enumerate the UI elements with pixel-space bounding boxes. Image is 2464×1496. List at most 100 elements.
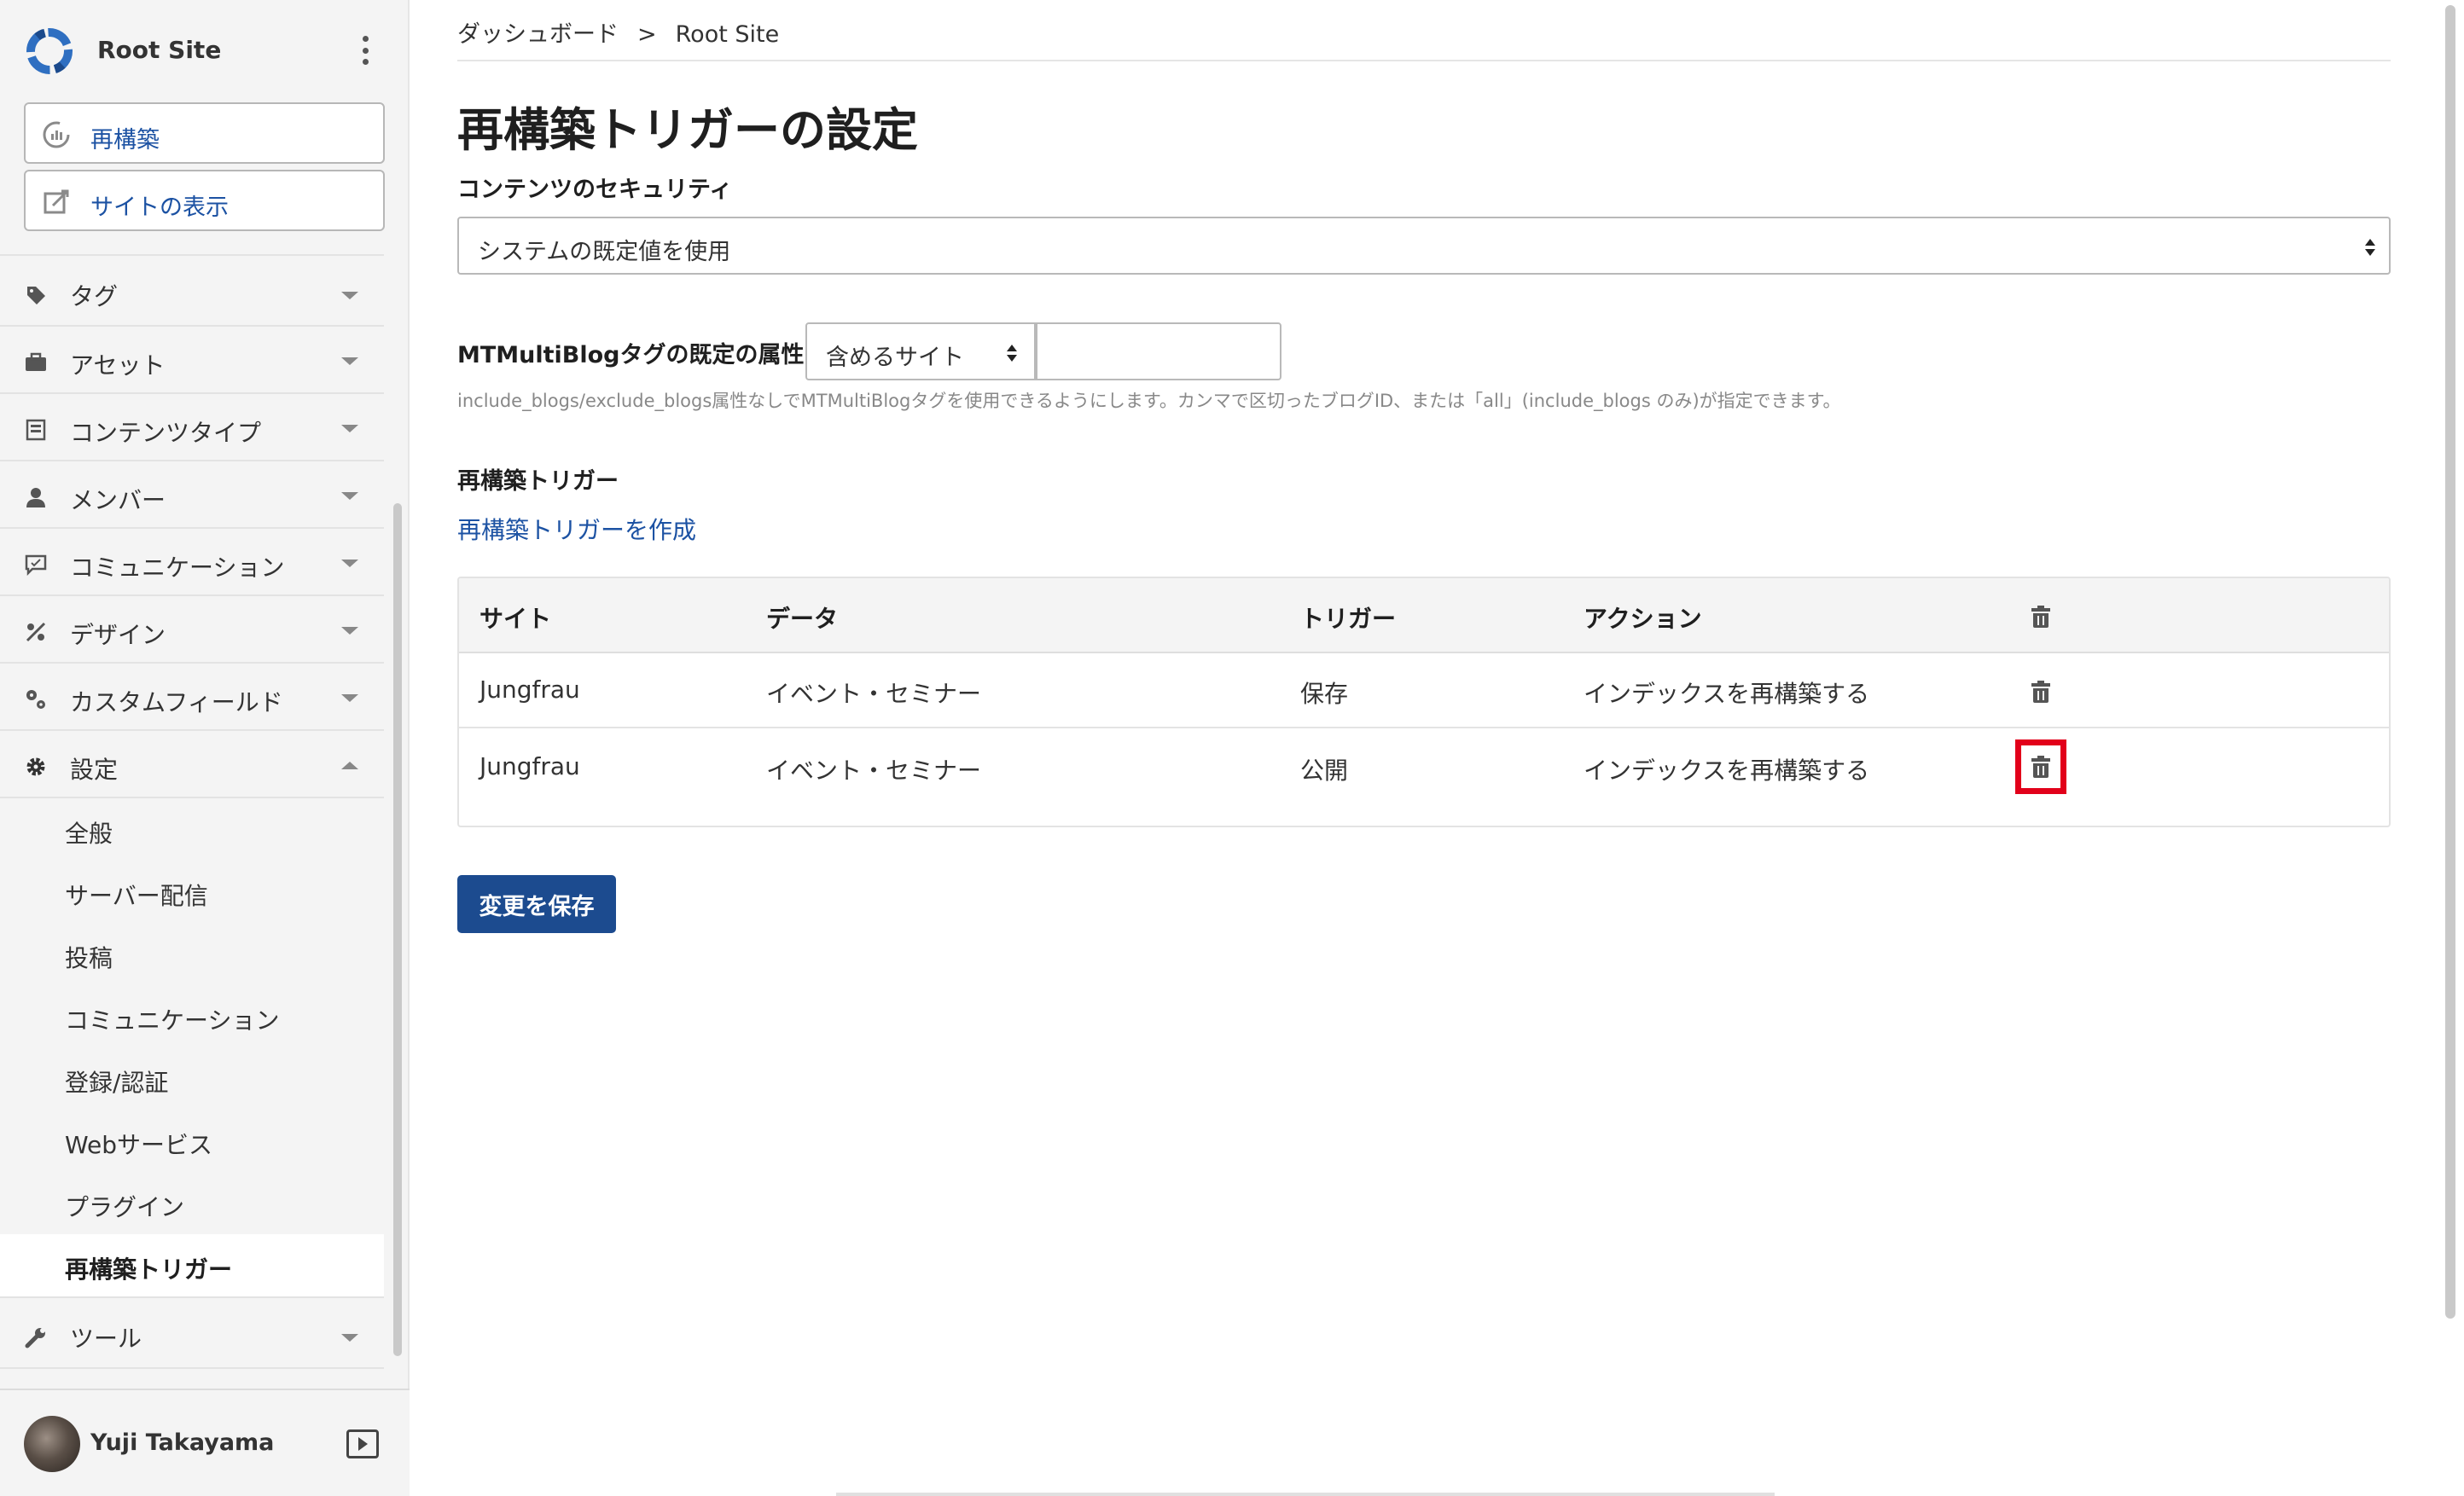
comment-icon xyxy=(25,554,47,577)
breadcrumb-site[interactable]: Root Site xyxy=(676,21,780,48)
site-name[interactable]: Root Site xyxy=(97,36,221,64)
chevron-down-icon xyxy=(341,694,358,702)
sidebar-item-settings[interactable]: 設定 xyxy=(0,731,384,798)
sidebar-item-members[interactable]: メンバー xyxy=(0,461,384,529)
content-type-icon xyxy=(26,419,46,441)
chevron-down-icon xyxy=(341,292,358,299)
sidebar-item-label: デザイン xyxy=(70,621,166,649)
rebuild-label: 再構築 xyxy=(90,127,160,154)
subnav-label: コミュニケーション xyxy=(65,1006,280,1035)
multiblog-label: MTMultiBlogタグの既定の属性: xyxy=(457,342,814,368)
delete-row-trash-icon[interactable] xyxy=(2015,739,2066,794)
rebuild-icon xyxy=(43,121,70,148)
chevron-down-icon xyxy=(341,560,358,567)
wrench-icon xyxy=(25,1328,45,1348)
site-logo-icon[interactable] xyxy=(24,26,75,77)
table-row: Jungfrau イベント・セミナー 公開 インデックスを再構築する xyxy=(459,730,2389,805)
delete-row-trash-icon[interactable] xyxy=(2031,681,2050,703)
chevron-down-icon xyxy=(341,1334,358,1342)
chevron-up-icon xyxy=(341,762,358,769)
sidebar-item-content-types[interactable]: コンテンツタイプ xyxy=(0,394,384,461)
column-header-data: データ xyxy=(766,605,839,633)
sidebar-item-label: カスタムフィールド xyxy=(70,688,283,716)
divider xyxy=(457,60,2391,61)
sidebar-item-communication[interactable]: コミュニケーション xyxy=(0,529,384,596)
multiblog-attribute-select[interactable]: 含めるサイト xyxy=(805,322,1036,380)
select-arrows-icon xyxy=(1007,345,1017,363)
gear-icon xyxy=(26,757,45,776)
view-site-label: サイトの表示 xyxy=(90,194,229,221)
cell-site: Jungfrau xyxy=(479,676,580,704)
subnav-item-communication[interactable]: コミュニケーション xyxy=(0,985,384,1047)
multiblog-attribute-value: 含めるサイト xyxy=(826,345,964,371)
custom-field-icon xyxy=(26,690,45,709)
subnav-label: Webサービス xyxy=(65,1131,213,1159)
cell-site: Jungfrau xyxy=(479,752,580,780)
user-name[interactable]: Yuji Takayama xyxy=(90,1429,274,1456)
sidebar-item-tools[interactable]: ツール xyxy=(0,1296,384,1369)
briefcase-icon xyxy=(26,352,46,371)
sidebar-item-label: コミュニケーション xyxy=(70,554,285,582)
sidebar: Root Site 再構築 サイトの表示 タグ アセット コンテンツタイプ メン… xyxy=(0,0,410,1496)
breadcrumb-separator: > xyxy=(637,21,657,48)
content-security-value: システムの既定値を使用 xyxy=(478,239,731,265)
breadcrumb-dashboard[interactable]: ダッシュボード xyxy=(457,21,619,48)
cell-trigger: 公開 xyxy=(1300,757,1349,785)
sidebar-item-assets[interactable]: アセット xyxy=(0,327,384,394)
table-header: サイト データ トリガー アクション xyxy=(459,578,2389,653)
save-changes-button[interactable]: 変更を保存 xyxy=(457,875,616,933)
subnav-item-plugins[interactable]: プラグイン xyxy=(0,1172,384,1234)
sidebar-item-custom-fields[interactable]: カスタムフィールド xyxy=(0,664,384,731)
multiblog-ids-input[interactable] xyxy=(1036,322,1281,380)
sidebar-item-label: メンバー xyxy=(70,486,166,514)
subnav-item-web-services[interactable]: Webサービス xyxy=(0,1110,384,1172)
external-edit-icon xyxy=(44,189,69,214)
cell-action: インデックスを再構築する xyxy=(1584,757,1870,785)
select-arrows-icon xyxy=(2365,239,2375,258)
subnav-item-publishing[interactable]: サーバー配信 xyxy=(0,861,384,923)
sidebar-scrollbar[interactable] xyxy=(393,503,402,1356)
subnav-item-general[interactable]: 全般 xyxy=(0,798,384,861)
cell-action: インデックスを再構築する xyxy=(1584,680,1870,708)
page-scrollbar[interactable] xyxy=(2442,0,2459,1496)
cell-data: イベント・セミナー xyxy=(766,680,982,708)
delete-all-trash-icon[interactable] xyxy=(2031,606,2050,628)
subnav-item-registration[interactable]: 登録/認証 xyxy=(0,1047,384,1110)
avatar[interactable] xyxy=(24,1416,80,1472)
rebuild-button[interactable]: 再構築 xyxy=(24,102,385,164)
collapse-sidebar-icon[interactable] xyxy=(346,1429,379,1458)
sidebar-item-label: コンテンツタイプ xyxy=(70,419,262,447)
chevron-down-icon xyxy=(341,492,358,500)
site-header: Root Site xyxy=(0,0,410,99)
content-security-select[interactable]: システムの既定値を使用 xyxy=(457,217,2391,275)
view-site-button[interactable]: サイトの表示 xyxy=(24,170,385,231)
create-trigger-link[interactable]: 再構築トリガーを作成 xyxy=(457,512,696,546)
cell-trigger: 保存 xyxy=(1300,680,1349,708)
subnav-label: 登録/認証 xyxy=(65,1069,169,1097)
chevron-down-icon xyxy=(341,425,358,432)
sidebar-item-tags[interactable]: タグ xyxy=(0,254,384,327)
subnav-item-entries[interactable]: 投稿 xyxy=(0,923,384,985)
bottom-shadow xyxy=(836,1493,1775,1496)
subnav-label: 再構築トリガー xyxy=(65,1255,233,1284)
sidebar-item-label: ツール xyxy=(70,1325,142,1353)
rebuild-triggers-label: 再構築トリガー xyxy=(457,468,619,495)
chevron-down-icon xyxy=(341,627,358,635)
column-header-trigger: トリガー xyxy=(1300,605,1397,633)
user-bar: Yuji Takayama xyxy=(0,1389,410,1496)
column-header-site: サイト xyxy=(479,605,552,633)
cell-data: イベント・セミナー xyxy=(766,757,982,785)
chevron-down-icon xyxy=(341,357,358,365)
kebab-menu-icon[interactable] xyxy=(357,34,374,67)
sidebar-item-design[interactable]: デザイン xyxy=(0,596,384,664)
sidebar-item-label: アセット xyxy=(70,351,166,380)
content-security-label: コンテンツのセキュリティ xyxy=(457,177,733,203)
triggers-table: サイト データ トリガー アクション Jungfrau イベント・セミナー 保存… xyxy=(457,577,2391,827)
subnav-item-rebuild-triggers[interactable]: 再構築トリガー xyxy=(0,1234,384,1296)
subnav-label: 全般 xyxy=(65,820,113,848)
sidebar-item-label: タグ xyxy=(70,282,119,310)
sidebar-item-label: 設定 xyxy=(70,756,119,784)
user-icon xyxy=(26,488,45,507)
column-header-action: アクション xyxy=(1584,605,1702,633)
sidebar-nav: タグ アセット コンテンツタイプ メンバー コミュニケーション デザイン カスタ… xyxy=(0,254,384,1369)
